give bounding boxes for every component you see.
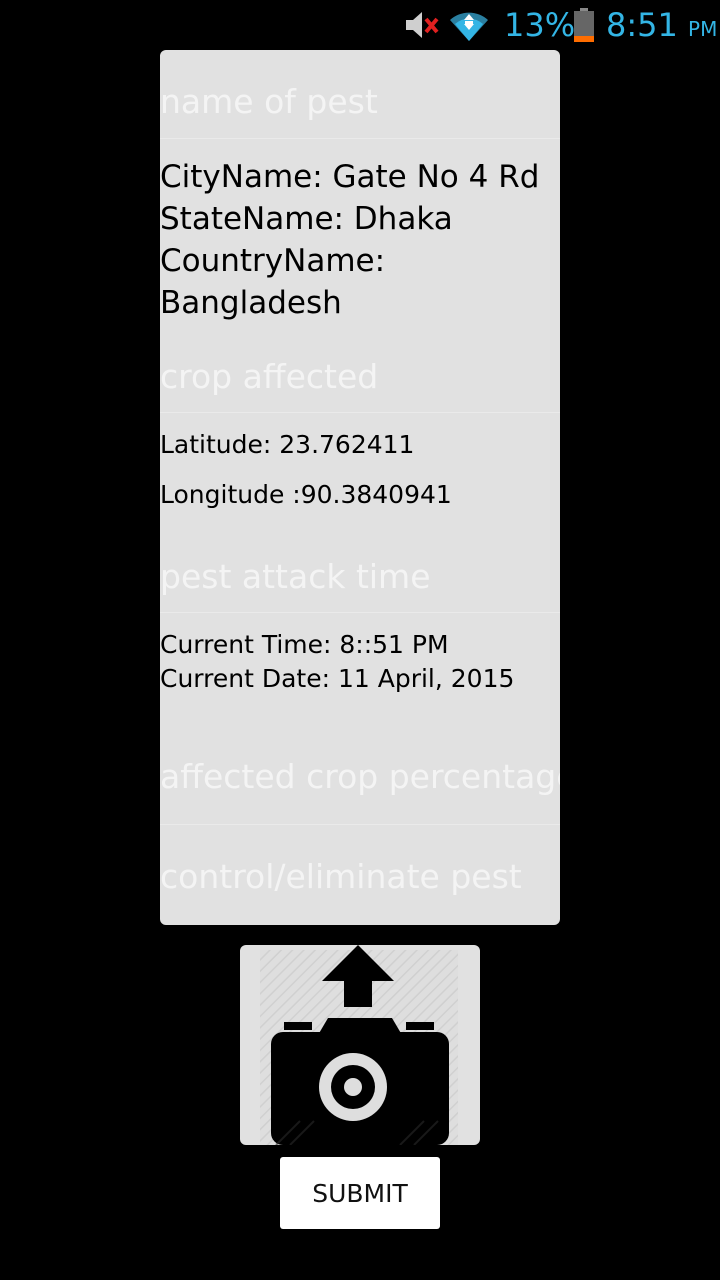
- wifi-icon: [450, 12, 488, 41]
- clock-time: 8:51: [606, 6, 678, 44]
- clock-ampm: PM: [688, 17, 718, 41]
- camera-upload-button[interactable]: [240, 945, 480, 1145]
- pest-attack-time-input[interactable]: pest attack time: [160, 557, 431, 596]
- status-clock: 8:51 PM: [606, 6, 717, 44]
- status-bar: 13% 8:51 PM: [0, 0, 720, 50]
- pest-report-form: name of pest CityName: Gate No 4 Rd Stat…: [160, 50, 560, 925]
- current-time-text: Current Time: 8::51 PM: [160, 630, 449, 659]
- latitude-text: Latitude: 23.762411: [160, 430, 415, 459]
- battery-icon: [574, 8, 594, 42]
- divider: [160, 824, 560, 825]
- submit-button[interactable]: SUBMIT: [280, 1157, 440, 1229]
- mute-icon: [406, 12, 439, 38]
- current-date-text: Current Date: 11 April, 2015: [160, 664, 515, 693]
- divider: [160, 138, 560, 139]
- crop-affected-input[interactable]: crop affected: [160, 357, 378, 396]
- battery-percentage: 13%: [504, 6, 576, 44]
- pest-name-input[interactable]: name of pest: [160, 82, 378, 121]
- camera-upload-icon: [260, 945, 458, 1145]
- affected-crop-percentage-input[interactable]: affected crop percentage: [160, 757, 560, 796]
- longitude-text: Longitude :90.3840941: [160, 480, 452, 509]
- country-name-value: Bangladesh: [160, 285, 342, 321]
- divider: [160, 412, 560, 413]
- country-name-label: CountryName:: [160, 243, 386, 279]
- city-name-text: CityName: Gate No 4 Rd: [160, 159, 540, 195]
- control-pest-input[interactable]: control/eliminate pest: [160, 857, 522, 896]
- state-name-text: StateName: Dhaka: [160, 201, 453, 237]
- divider: [160, 612, 560, 613]
